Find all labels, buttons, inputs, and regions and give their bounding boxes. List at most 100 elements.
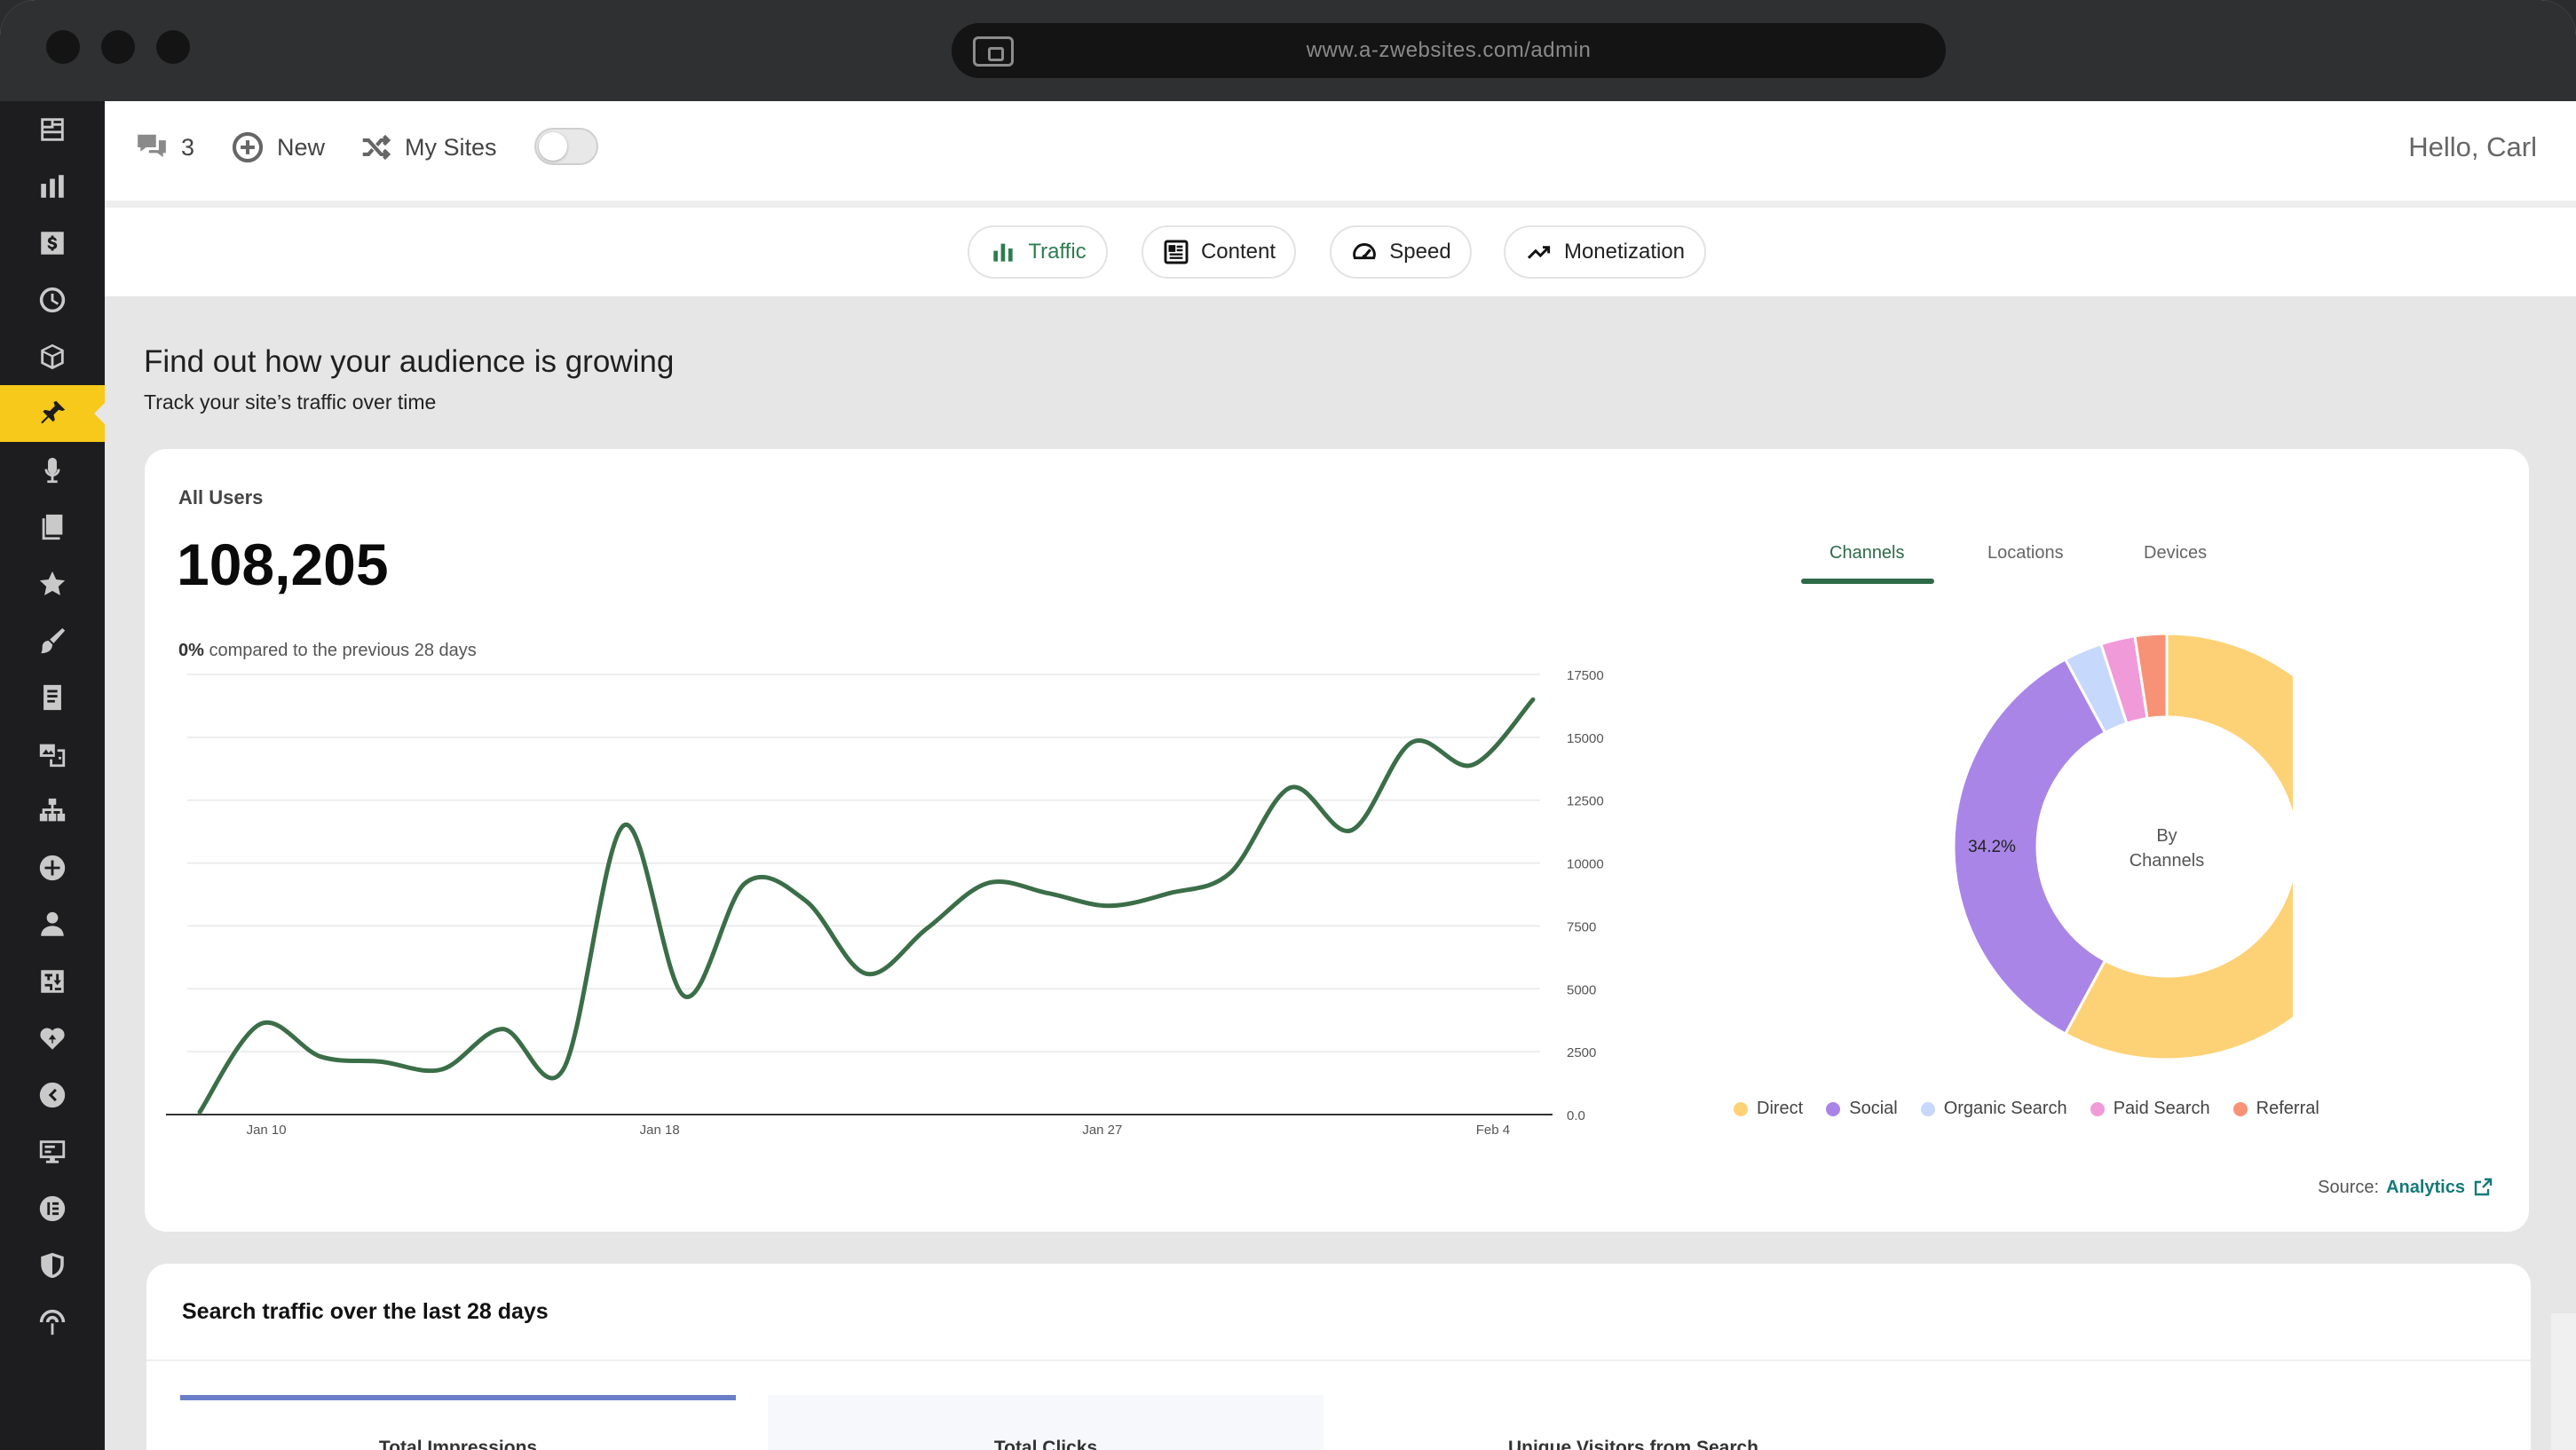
series-line-all-users	[197, 697, 1536, 1115]
minimize-window-button[interactable]	[101, 30, 135, 64]
divider	[146, 1359, 2531, 1361]
sidebar-item-favorites[interactable]	[0, 556, 105, 612]
brush-icon	[41, 627, 66, 654]
x-tick-label: Feb 4	[1476, 1123, 1510, 1138]
close-window-button[interactable]	[46, 30, 80, 64]
sidebar-item-activity[interactable]	[0, 272, 105, 328]
tab-channels[interactable]: Channels	[1829, 543, 1905, 563]
y-tick-label: 5000	[1567, 982, 1596, 997]
elementor-icon	[39, 1195, 66, 1222]
sidebar-item-media[interactable]	[0, 726, 105, 783]
monitor-icon	[39, 1140, 66, 1163]
maximize-window-button[interactable]	[156, 30, 190, 64]
tab-speed-label: Speed	[1389, 240, 1451, 264]
source-attribution: Source: Analytics	[2318, 1177, 2493, 1198]
bar-chart-icon	[993, 243, 1013, 262]
url-text: www.a-zwebsites.com/admin	[1306, 38, 1592, 62]
y-tick-label: 7500	[1567, 919, 1596, 934]
legend-label: Paid Search	[2113, 1099, 2210, 1118]
legend-item[interactable]: Organic Search	[1920, 1099, 2067, 1119]
sidebar-item-podcast[interactable]	[0, 442, 105, 499]
sidebar-item-tools[interactable]	[0, 953, 105, 1010]
metric-tab-unique-visitors[interactable]: Unique Visitors from Search	[1355, 1395, 1911, 1450]
address-bar[interactable]: www.a-zwebsites.com/admin	[952, 23, 1946, 78]
new-button[interactable]: New	[231, 126, 325, 169]
heart-shield-icon	[40, 1028, 65, 1050]
tab-devices[interactable]: Devices	[2144, 543, 2207, 563]
microphone-icon	[44, 457, 60, 484]
page-subtitle: Track your site’s traffic over time	[144, 390, 437, 414]
sidebar-item-users[interactable]	[0, 896, 105, 953]
legend-dot	[2090, 1101, 2105, 1116]
sidebar-item-stats[interactable]	[0, 158, 105, 215]
back-circle-icon	[39, 1082, 66, 1108]
sidebar-item-sitemap[interactable]	[0, 783, 105, 839]
x-tick-label: Jan 18	[640, 1123, 680, 1138]
bar-chart-icon	[41, 175, 64, 198]
sidebar-item-pages[interactable]	[0, 499, 105, 556]
scrollbar[interactable]	[2551, 1313, 2576, 1450]
legend-label: Direct	[1757, 1099, 1804, 1118]
tab-monetization-label: Monetization	[1563, 240, 1686, 264]
sidebar-item-broadcast[interactable]	[0, 1294, 105, 1351]
metric-tab-clicks[interactable]: Total Clicks	[768, 1395, 1324, 1450]
x-tick-label: Jan 10	[247, 1123, 287, 1138]
sidebar-item-jetpack[interactable]	[0, 1010, 105, 1067]
sidebar-item-dashboard[interactable]	[0, 101, 105, 158]
legend-item[interactable]: Direct	[1734, 1099, 1803, 1119]
analytics-link[interactable]: Analytics	[2386, 1178, 2465, 1198]
tab-traffic[interactable]: Traffic	[968, 225, 1108, 279]
breakdown-tabs: Channels Locations Devices	[1801, 538, 2245, 587]
media-icon	[39, 744, 66, 768]
sidebar-item-appearance[interactable]	[0, 612, 105, 669]
user-greeting[interactable]: Hello, Carl	[2408, 131, 2537, 163]
section-tabs: Traffic Content Speed Monetization	[105, 201, 2576, 296]
metric-tab-impressions[interactable]: Total Impressions	[180, 1395, 736, 1450]
legend-item[interactable]: Social	[1826, 1099, 1898, 1119]
mode-toggle[interactable]	[534, 128, 598, 165]
tab-content[interactable]: Content	[1142, 225, 1296, 279]
sidebar-item-security[interactable]	[0, 1237, 105, 1294]
tab-speed[interactable]: Speed	[1330, 225, 1472, 279]
sidebar-item-documents[interactable]	[0, 669, 105, 726]
sidebar-item-earn[interactable]	[0, 215, 105, 272]
all-users-label: All Users	[178, 486, 264, 508]
sidebar-item-collapse[interactable]	[0, 1067, 105, 1123]
legend-label: Organic Search	[1943, 1099, 2067, 1118]
tab-traffic-label: Traffic	[1028, 240, 1087, 264]
comments-button[interactable]: 3	[135, 126, 194, 169]
donut-center-label: Channels	[2130, 851, 2205, 871]
pages-icon	[42, 514, 63, 540]
plus-circle-icon	[232, 131, 264, 163]
external-link-icon[interactable]	[2472, 1177, 2493, 1198]
legend-dot	[1920, 1101, 1935, 1116]
legend-label: Social	[1849, 1099, 1898, 1118]
sidebar-item-add[interactable]	[0, 839, 105, 896]
box-icon	[41, 343, 64, 370]
admin-topbar: 3 New My Sites Hello, Carl	[105, 101, 2576, 201]
legend-item[interactable]: Referral	[2232, 1099, 2319, 1119]
legend-dot	[1826, 1101, 1841, 1116]
my-sites-button[interactable]: My Sites	[359, 126, 497, 169]
sidebar-item-elementor[interactable]	[0, 1180, 105, 1237]
x-tick-label: Jan 27	[1082, 1123, 1122, 1138]
y-tick-label: 15000	[1567, 731, 1604, 746]
sidebar-item-display[interactable]	[0, 1123, 105, 1180]
sidebar-item-products[interactable]	[0, 328, 105, 385]
donut-center-label: By	[2156, 826, 2177, 846]
y-tick-label: 10000	[1567, 857, 1604, 872]
donut-legend: Direct Social Organic Search Paid Search…	[1734, 1099, 2319, 1119]
tab-locations[interactable]: Locations	[1987, 543, 2064, 563]
tab-monetization[interactable]: Monetization	[1504, 225, 1706, 279]
shield-icon	[41, 1252, 64, 1279]
y-tick-label: 17500	[1567, 671, 1604, 683]
comments-count: 3	[181, 133, 195, 161]
sidebar-item-posts[interactable]	[0, 385, 105, 442]
plus-circle-icon	[39, 855, 66, 881]
comparison-text: 0% compared to the previous 28 days	[178, 641, 477, 661]
star-icon	[39, 571, 66, 595]
comparison-value: 0%	[178, 641, 204, 660]
slice-value-label: 34.2%	[1968, 838, 2016, 856]
legend-dot	[1734, 1101, 1748, 1116]
legend-item[interactable]: Paid Search	[2090, 1099, 2210, 1119]
